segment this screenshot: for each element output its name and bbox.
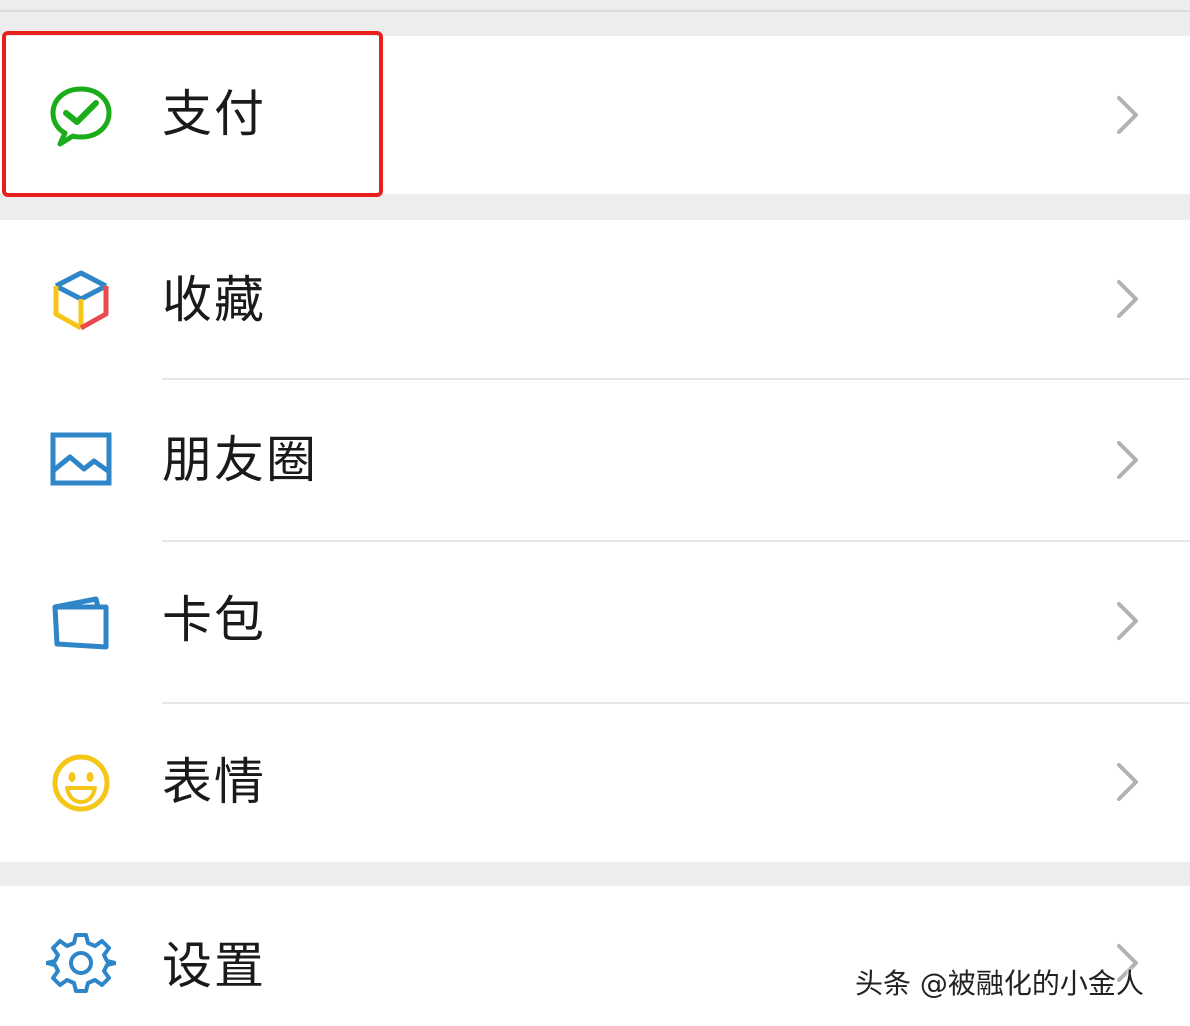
menu-item-label: 支付 [162, 85, 266, 143]
top-separator [0, 10, 1190, 12]
menu-item-favorites[interactable]: 收藏 [0, 220, 1190, 378]
chevron-right-icon [1117, 441, 1138, 479]
chevron-right-icon [1117, 763, 1138, 801]
menu-item-cards[interactable]: 卡包 [0, 542, 1190, 702]
chevron-right-icon [1117, 602, 1138, 640]
pay-group: 支付 [0, 36, 1190, 194]
menu-item-label: 朋友圈 [162, 431, 318, 489]
menu-item-label: 收藏 [162, 271, 266, 329]
me-page: { "menu": { "pay": {"label": "支付", "icon… [0, 0, 1190, 1026]
smiley-face-icon [52, 754, 110, 812]
chevron-right-icon [1117, 96, 1138, 134]
menu-item-settings[interactable]: 设置 [0, 886, 1190, 1026]
menu-item-label: 表情 [162, 753, 266, 811]
menu-item-stickers[interactable]: 表情 [0, 704, 1190, 862]
menu-item-label: 卡包 [162, 591, 266, 649]
watermark-text: 头条 @被融化的小金人 [855, 967, 1144, 1000]
settings-group: 设置 [0, 886, 1190, 1026]
features-group: 收藏 朋友圈 卡包 表情 [0, 220, 1190, 862]
cube-icon [53, 270, 109, 331]
gear-icon [46, 933, 116, 993]
chevron-right-icon [1117, 280, 1138, 318]
menu-item-label: 设置 [162, 937, 266, 995]
menu-item-pay[interactable]: 支付 [0, 36, 1190, 194]
card-wallet-icon [52, 596, 109, 650]
landscape-image-icon [50, 432, 112, 486]
wechat-pay-icon [50, 86, 112, 147]
menu-item-moments[interactable]: 朋友圈 [0, 380, 1190, 540]
